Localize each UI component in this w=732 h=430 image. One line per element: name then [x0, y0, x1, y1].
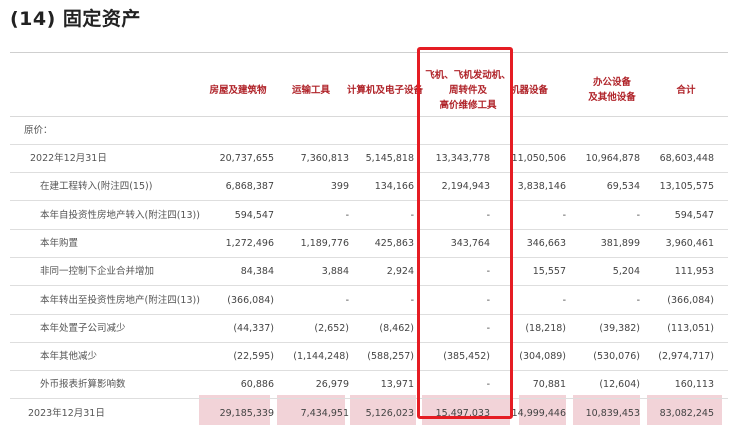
row-label: 本年其他减少 [40, 351, 98, 363]
row-label: 本年处置子公司减少 [40, 322, 126, 334]
table-top-divider [10, 52, 728, 53]
table-row: 在建工程转入(附注四(15)) 6,868,387 399 134,166 2,194,… [10, 173, 728, 202]
table-cell: 68,603,448 [659, 153, 714, 164]
table-row: 本年其他减少 (22,595) (1,144,248) (588,257) (385,4… [10, 343, 728, 372]
row-label: 本年购置 [40, 237, 79, 249]
column-header-line: 合计 [676, 84, 696, 96]
highlight-box-aircraft-column [417, 47, 513, 419]
row-label: 外币报表折算影响数 [40, 379, 126, 391]
table-cell: 111,953 [674, 266, 714, 278]
row-label: 非同一控制下企业合并增加 [40, 266, 155, 278]
table-row: 非同一控制下企业合并增加 84,384 3,884 2,924-15,557 5,204… [10, 258, 728, 287]
table-row: 2023年12月31日 29,185,339 7,434,951 5,126,023 1… [10, 400, 728, 430]
section-title: (14) 固定资产 [10, 8, 141, 30]
section-label: 原价： [24, 125, 53, 136]
table-cell: 13,105,575 [659, 181, 714, 193]
table-cell: (2,974,717) [658, 351, 714, 363]
table-cell: (113,051) [667, 322, 714, 334]
table-row: 本年转出至投资性房地产(附注四(13)) (366,084) - - - - - (366,0… [10, 287, 728, 315]
table-cell: 594,547 [674, 209, 714, 221]
table-cell: 83,082,245 [659, 407, 714, 419]
table-row: 本年购置 1,272,496 1,189,776 425,863 343,764 346,… [10, 230, 728, 258]
table-row: 2022年12月31日 20,737,655 7,360,813 5,145,818 1… [10, 145, 728, 173]
table-row: 本年自投资性房地产转入(附注四(13)) 594,547- - - - -594,547 [10, 202, 728, 230]
section-row-cost: 原价： [10, 117, 728, 145]
table-cell: 3,960,461 [665, 237, 714, 249]
table-row: 外币报表折算影响数 60,886 26,979 13,971-70,881 (12,60… [10, 371, 728, 400]
row-label: 2023年12月31日 [28, 407, 105, 419]
column-header: 合计 [626, 60, 732, 120]
row-label: 2022年12月31日 [30, 153, 107, 164]
table-cell: (366,084) [667, 294, 714, 306]
column-header-line: 机器设备 [509, 84, 548, 96]
row-label: 在建工程转入(附注四(15)) [40, 181, 153, 193]
table-row: 本年处置子公司减少 (44,337) (2,652) (8,462) - (18,218)… [10, 315, 728, 343]
table-cell: 160,113 [674, 379, 714, 391]
